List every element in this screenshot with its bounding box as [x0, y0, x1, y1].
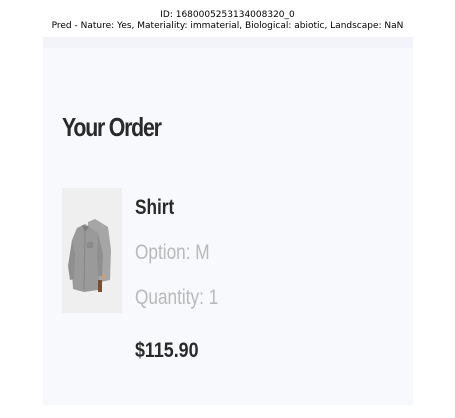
shirt-icon	[68, 219, 111, 292]
page-title: Your Order	[62, 112, 162, 142]
item-price: $115.90	[135, 339, 199, 362]
prediction-caption: Pred - Nature: Yes, Materiality: immater…	[51, 21, 404, 31]
panel-top-band	[43, 37, 413, 48]
product-thumbnail[interactable]	[62, 188, 122, 313]
item-name: Shirt	[135, 196, 175, 219]
item-quantity: Quantity: 1	[135, 286, 219, 309]
image-id-caption: ID: 1680005253134008320_0	[160, 10, 295, 20]
item-option: Option: M	[135, 241, 210, 264]
